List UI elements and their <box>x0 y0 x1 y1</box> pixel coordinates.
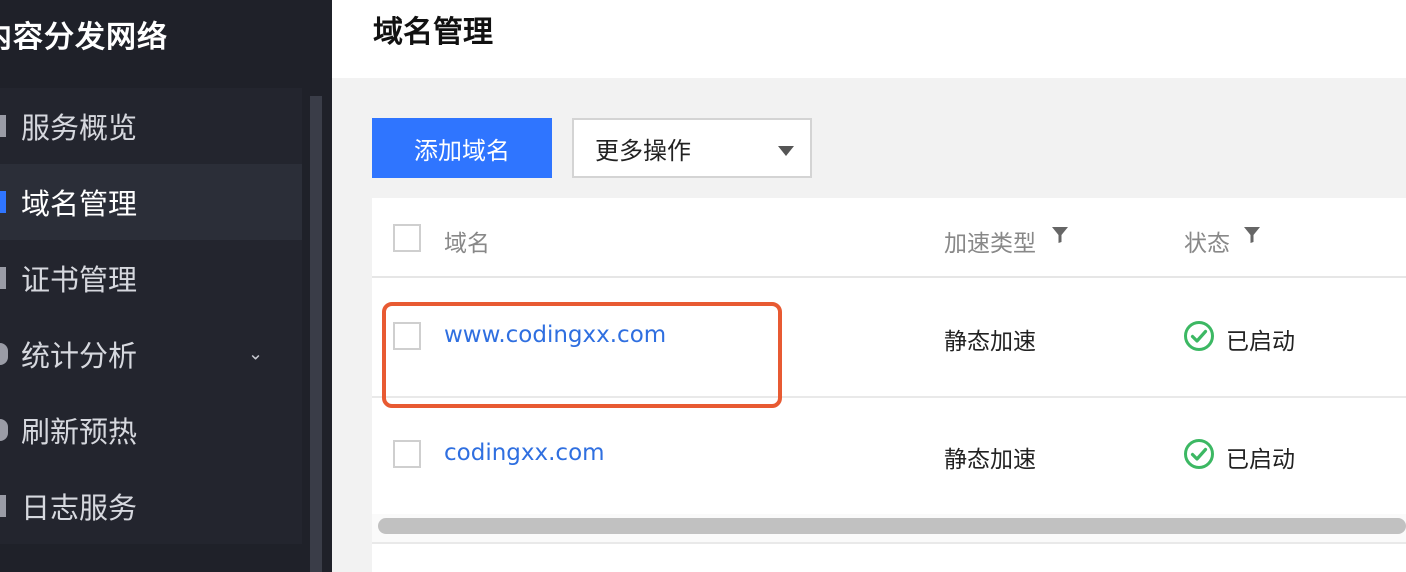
check-circle-icon <box>1184 321 1214 351</box>
domain-icon <box>0 191 6 213</box>
product-title: 内容分发网络 <box>0 20 168 55</box>
domain-link[interactable]: codingxx.com <box>444 440 605 466</box>
sidebar-item-overview[interactable]: 服务概览 <box>0 88 302 164</box>
select-all-checkbox[interactable] <box>393 224 421 252</box>
refresh-icon <box>0 419 8 441</box>
sidebar: 内容分发网络 服务概览 域名管理 证书管理 统计分析 ⌄ 刷新预热 日志服务 <box>0 0 332 572</box>
certificate-icon <box>0 267 6 289</box>
sidebar-item-label: 统计分析 <box>21 339 138 373</box>
more-actions-label: 更多操作 <box>595 136 691 165</box>
sidebar-item-label: 证书管理 <box>21 263 138 297</box>
sidebar-item-log-service[interactable]: 日志服务 <box>0 468 302 544</box>
row-checkbox[interactable] <box>393 322 421 350</box>
caret-down-icon <box>778 146 794 156</box>
status-text: 已启动 <box>1226 329 1295 355</box>
check-circle-icon <box>1184 439 1214 469</box>
sidebar-menu: 服务概览 域名管理 证书管理 统计分析 ⌄ 刷新预热 日志服务 <box>0 88 302 544</box>
sidebar-item-label: 刷新预热 <box>21 415 138 449</box>
table-row: www.codingxx.com 静态加速 已启动 <box>372 278 1406 398</box>
sidebar-item-label: 域名管理 <box>21 187 138 221</box>
sidebar-item-certificate-management[interactable]: 证书管理 <box>0 240 302 316</box>
sidebar-scrollbar[interactable] <box>310 96 322 572</box>
table-row: codingxx.com 静态加速 已启动 <box>372 396 1406 516</box>
acceleration-type-cell: 静态加速 <box>944 447 1036 473</box>
page-title: 域名管理 <box>373 15 493 50</box>
overview-icon <box>0 115 6 137</box>
filter-icon[interactable] <box>1050 225 1070 245</box>
column-header-domain: 域名 <box>444 231 490 257</box>
domain-link[interactable]: www.codingxx.com <box>444 322 666 348</box>
sidebar-item-label: 服务概览 <box>21 111 138 145</box>
stats-icon <box>0 343 8 365</box>
table-header: 域名 加速类型 状态 <box>372 198 1406 278</box>
sidebar-item-domain-management[interactable]: 域名管理 <box>0 164 302 240</box>
sidebar-item-statistics[interactable]: 统计分析 ⌄ <box>0 316 302 392</box>
column-header-status: 状态 <box>1184 231 1230 257</box>
table-horizontal-scrollbar-thumb[interactable] <box>378 518 1406 534</box>
more-actions-dropdown[interactable]: 更多操作 <box>572 118 812 178</box>
log-icon <box>0 495 6 517</box>
row-checkbox[interactable] <box>393 440 421 468</box>
status-text: 已启动 <box>1226 447 1295 473</box>
add-domain-button[interactable]: 添加域名 <box>372 118 552 178</box>
filter-icon[interactable] <box>1242 225 1262 245</box>
chevron-down-icon[interactable]: ⌄ <box>248 344 263 365</box>
sidebar-item-label: 日志服务 <box>21 491 138 525</box>
page-header: 域名管理 <box>332 0 1406 78</box>
sidebar-item-refresh-preheat[interactable]: 刷新预热 <box>0 392 302 468</box>
acceleration-type-cell: 静态加速 <box>944 329 1036 355</box>
column-header-acceleration-type: 加速类型 <box>944 231 1036 257</box>
